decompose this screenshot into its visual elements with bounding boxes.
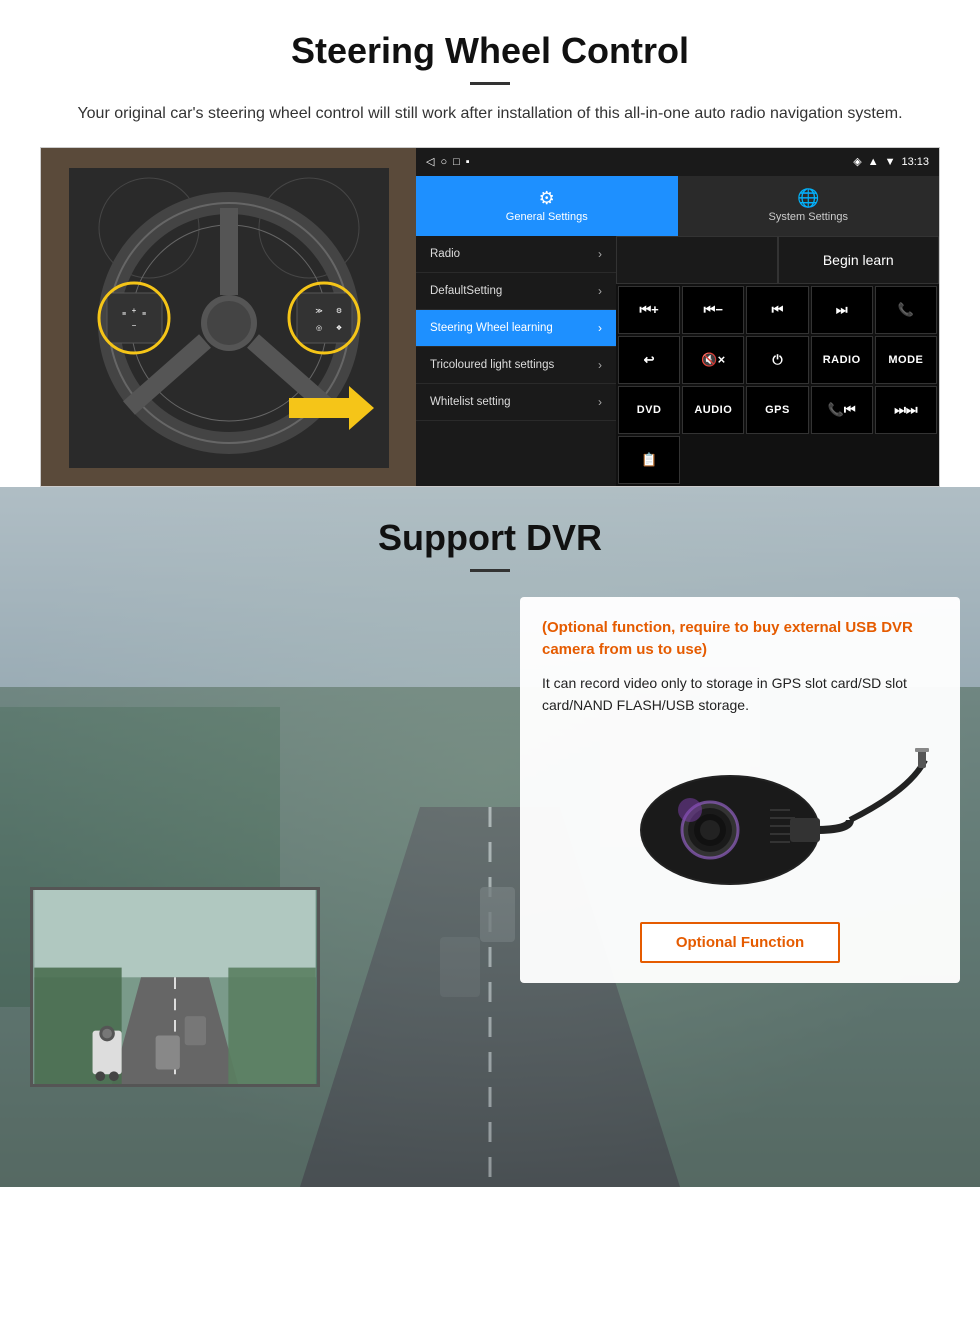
menu-panel: Radio › DefaultSetting › Steering Wheel …	[416, 236, 616, 486]
svg-text:◎: ◎	[315, 325, 321, 332]
control-buttons-grid: ⏮+ ⏮− ⏮ ⏭ 📞 ↩ 🔇× ⏻ RADIO MODE DVD AUDIO …	[616, 284, 939, 486]
steering-description: Your original car's steering wheel contr…	[60, 101, 920, 127]
ui-screenshot: + − ≡ ≡ ≫ ⚙ ◎ ❖ ◁ ○	[40, 147, 940, 487]
dvr-title-area: Support DVR	[0, 487, 980, 572]
dvr-inset-road-svg	[33, 890, 317, 1084]
steering-title: Steering Wheel Control	[40, 30, 940, 72]
general-settings-icon: ⚙	[539, 188, 555, 209]
btn-vol-down[interactable]: ⏮−	[682, 286, 744, 334]
dvr-inset-photo	[30, 887, 320, 1087]
svg-text:+: +	[131, 306, 136, 315]
btn-next[interactable]: ⏭	[811, 286, 873, 334]
menu-radio-label: Radio	[430, 248, 460, 260]
steering-wheel-svg: + − ≡ ≡ ≫ ⚙ ◎ ❖	[69, 168, 389, 468]
btn-audio[interactable]: AUDIO	[682, 386, 744, 434]
menu-steering-chevron: ›	[598, 321, 602, 335]
btn-vol-up[interactable]: ⏮+	[618, 286, 680, 334]
steering-divider	[470, 82, 510, 85]
tab-system-label: System Settings	[769, 211, 848, 223]
android-content: Radio › DefaultSetting › Steering Wheel …	[416, 236, 939, 486]
tab-system-settings[interactable]: 🌐 System Settings	[678, 176, 940, 236]
btn-prev[interactable]: ⏮	[746, 286, 808, 334]
btn-phone[interactable]: 📞	[875, 286, 937, 334]
menu-default-label: DefaultSetting	[430, 285, 502, 297]
menu-item-tricoloured[interactable]: Tricoloured light settings ›	[416, 347, 616, 384]
android-tabs: ⚙ General Settings 🌐 System Settings	[416, 176, 939, 236]
menu-default-chevron: ›	[598, 284, 602, 298]
svg-text:⚙: ⚙	[335, 307, 341, 315]
statusbar-time: 13:13	[901, 156, 929, 168]
menu-tricoloured-chevron: ›	[598, 358, 602, 372]
menu-item-default-setting[interactable]: DefaultSetting ›	[416, 273, 616, 310]
statusbar-recent-icon: □	[453, 156, 460, 168]
statusbar-signal-icon: ▲	[868, 156, 879, 168]
dvr-title: Support DVR	[0, 517, 980, 559]
statusbar-back-icon: ◁	[426, 155, 434, 168]
btn-back[interactable]: ↩	[618, 336, 680, 384]
svg-text:≫: ≫	[315, 308, 322, 315]
dvr-camera-svg	[550, 740, 930, 900]
dvr-info-card: (Optional function, require to buy exter…	[520, 597, 960, 984]
dvr-optional-text: (Optional function, require to buy exter…	[542, 617, 938, 662]
tab-general-label: General Settings	[506, 211, 588, 223]
menu-whitelist-chevron: ›	[598, 395, 602, 409]
btn-radio[interactable]: RADIO	[811, 336, 873, 384]
btn-mode[interactable]: MODE	[875, 336, 937, 384]
menu-item-radio[interactable]: Radio ›	[416, 236, 616, 273]
btn-gps[interactable]: GPS	[746, 386, 808, 434]
btn-next-next[interactable]: ⏭⏭	[875, 386, 937, 434]
dvr-camera-image	[542, 730, 938, 910]
btn-dvd[interactable]: DVD	[618, 386, 680, 434]
android-statusbar: ◁ ○ □ ▪ ◈ ▲ ▼ 13:13	[416, 148, 939, 176]
dvr-section: Support DVR (Optional function, require …	[0, 487, 980, 1187]
statusbar-menu-icon: ▪	[466, 156, 470, 168]
svg-text:≡: ≡	[141, 311, 145, 318]
system-settings-icon: 🌐	[797, 188, 819, 209]
begin-learn-button[interactable]: Begin learn	[778, 236, 940, 284]
svg-text:−: −	[131, 321, 136, 330]
android-ui-panel: ◁ ○ □ ▪ ◈ ▲ ▼ 13:13 ⚙ General Settings 🌐…	[416, 148, 939, 486]
statusbar-wifi-icon: ▼	[885, 156, 896, 168]
menu-item-whitelist[interactable]: Whitelist setting ›	[416, 384, 616, 421]
menu-steering-label: Steering Wheel learning	[430, 322, 553, 334]
btn-extra[interactable]: 📋	[618, 436, 680, 484]
menu-tricoloured-label: Tricoloured light settings	[430, 359, 554, 371]
control-panel: Begin learn ⏮+ ⏮− ⏮ ⏭ 📞 ↩ 🔇× ⏻ RADIO	[616, 236, 939, 486]
btn-power[interactable]: ⏻	[746, 336, 808, 384]
menu-whitelist-label: Whitelist setting	[430, 396, 511, 408]
svg-text:≡: ≡	[121, 311, 125, 318]
steering-section: Steering Wheel Control Your original car…	[0, 0, 980, 487]
steering-photo: + − ≡ ≡ ≫ ⚙ ◎ ❖	[41, 148, 416, 487]
btn-phone-prev[interactable]: 📞⏮	[811, 386, 873, 434]
dvr-divider	[470, 569, 510, 572]
optional-function-button[interactable]: Optional Function	[640, 922, 840, 963]
begin-learn-row: Begin learn	[616, 236, 939, 284]
btn-mute[interactable]: 🔇×	[682, 336, 744, 384]
tab-general-settings[interactable]: ⚙ General Settings	[416, 176, 678, 236]
menu-radio-chevron: ›	[598, 247, 602, 261]
statusbar-location-icon: ◈	[853, 155, 861, 168]
svg-text:❖: ❖	[335, 325, 341, 332]
menu-item-steering-wheel[interactable]: Steering Wheel learning ›	[416, 310, 616, 347]
dvr-background: Support DVR (Optional function, require …	[0, 487, 980, 1187]
statusbar-home-icon: ○	[440, 156, 447, 168]
dvr-description: It can record video only to storage in G…	[542, 672, 938, 717]
